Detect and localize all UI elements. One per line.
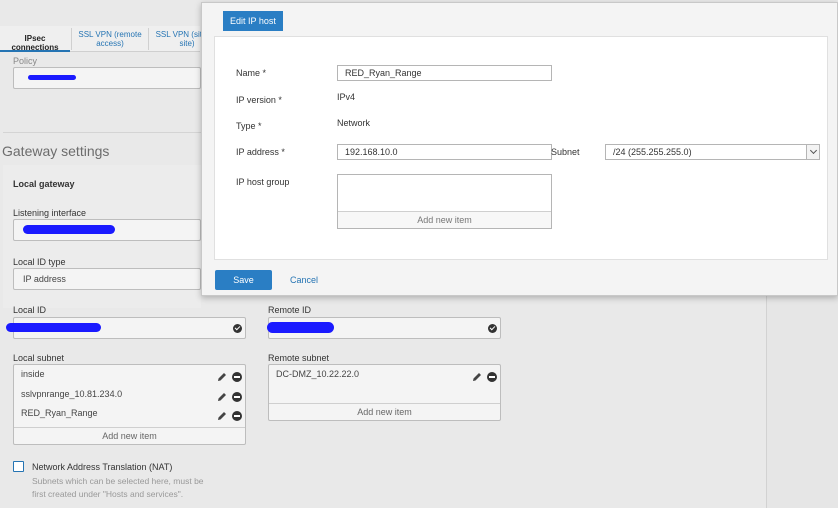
nat-checkbox[interactable] — [13, 461, 24, 472]
subnet-value: /24 (255.255.255.0) — [613, 147, 692, 157]
local-subnet-item: RED_Ryan_Range — [21, 408, 98, 418]
valid-check-icon — [233, 324, 242, 333]
local-id-label: Local ID — [13, 305, 47, 315]
redaction-mark — [23, 225, 115, 234]
subnet-select[interactable]: /24 (255.255.255.0) — [605, 144, 820, 160]
remove-icon[interactable] — [232, 392, 242, 402]
local-id-type-value: IP address — [23, 274, 66, 284]
local-gateway-title: Local gateway — [13, 179, 75, 189]
remote-id-label: Remote ID — [268, 305, 312, 315]
tab-ssl-vpn-remote[interactable]: SSL VPN (remote access) — [74, 26, 146, 52]
ip-address-label: IP address * — [236, 147, 285, 157]
remote-subnet-list: DC-DMZ_10.22.22.0 Add new item — [268, 364, 501, 421]
policy-field[interactable] — [13, 67, 201, 89]
remote-subnet-label: Remote subnet — [268, 353, 330, 363]
name-label: Name * — [236, 68, 267, 78]
remote-id-field[interactable] — [267, 317, 501, 339]
tab-divider — [148, 28, 149, 50]
ip-host-group-add-new[interactable]: Add new item — [338, 211, 551, 228]
tab-ipsec-connections-label: IPsec connections — [11, 34, 59, 52]
policy-label: Policy — [13, 56, 38, 66]
pencil-icon[interactable] — [472, 372, 482, 382]
gateway-settings-title: Gateway settings — [2, 143, 110, 159]
valid-check-icon — [488, 324, 497, 333]
ip-version-value: IPv4 — [337, 92, 356, 102]
edit-ip-host-dialog: Edit IP host Name * RED_Ryan_Range IP ve… — [201, 2, 838, 296]
cancel-button[interactable]: Cancel — [290, 270, 318, 290]
nat-hint-line2: first created under "Hosts and services"… — [32, 489, 184, 499]
local-subnet-list: inside sslvpnrange_10.81.234.0 RED_Ryan_… — [13, 364, 246, 445]
redaction-mark — [28, 75, 76, 80]
tab-ipsec-connections[interactable]: IPsec connections — [0, 26, 70, 52]
remote-subnet-add-new[interactable]: Add new item — [269, 403, 500, 420]
right-side-panel — [766, 296, 838, 508]
chevron-down-icon[interactable] — [806, 145, 819, 159]
remote-subnet-item: DC-DMZ_10.22.22.0 — [276, 369, 360, 379]
pencil-icon[interactable] — [217, 411, 227, 421]
remove-icon[interactable] — [487, 372, 497, 382]
pencil-icon[interactable] — [217, 372, 227, 382]
listening-interface-label: Listening interface — [13, 208, 87, 218]
local-subnet-item: sslvpnrange_10.81.234.0 — [21, 389, 123, 399]
remove-icon[interactable] — [232, 411, 242, 421]
nat-hint-line1: Subnets which can be selected here, must… — [32, 476, 204, 486]
ip-host-group-label: IP host group — [236, 177, 290, 187]
local-subnet-item: inside — [21, 369, 45, 379]
local-id-type-select[interactable]: IP address — [13, 268, 201, 290]
local-id-type-label: Local ID type — [13, 257, 66, 267]
redaction-mark — [6, 323, 101, 332]
ip-version-label: IP version * — [236, 95, 282, 105]
type-label: Type * — [236, 121, 262, 131]
ip-address-input[interactable]: 192.168.10.0 — [337, 144, 552, 160]
type-value: Network — [337, 118, 371, 128]
vpn-tabs: IPsec connections SSL VPN (remote access… — [0, 26, 218, 52]
listening-interface-select[interactable] — [13, 219, 201, 241]
local-id-field[interactable] — [6, 317, 246, 339]
tab-divider — [71, 28, 72, 50]
redaction-mark — [267, 322, 334, 333]
tab-ssl-vpn-remote-label: SSL VPN (remote access) — [78, 30, 142, 48]
pencil-icon[interactable] — [217, 392, 227, 402]
dialog-body: Name * RED_Ryan_Range IP version * IPv4 … — [214, 36, 828, 260]
save-button[interactable]: Save — [215, 270, 272, 290]
remove-icon[interactable] — [232, 372, 242, 382]
local-subnet-label: Local subnet — [13, 353, 65, 363]
local-subnet-add-new[interactable]: Add new item — [14, 427, 245, 444]
ip-host-group-list: Add new item — [337, 174, 552, 229]
dialog-title: Edit IP host — [223, 11, 283, 31]
section-divider — [3, 132, 201, 133]
subnet-label: Subnet — [551, 147, 580, 157]
name-input[interactable]: RED_Ryan_Range — [337, 65, 552, 81]
nat-label: Network Address Translation (NAT) — [32, 462, 173, 472]
